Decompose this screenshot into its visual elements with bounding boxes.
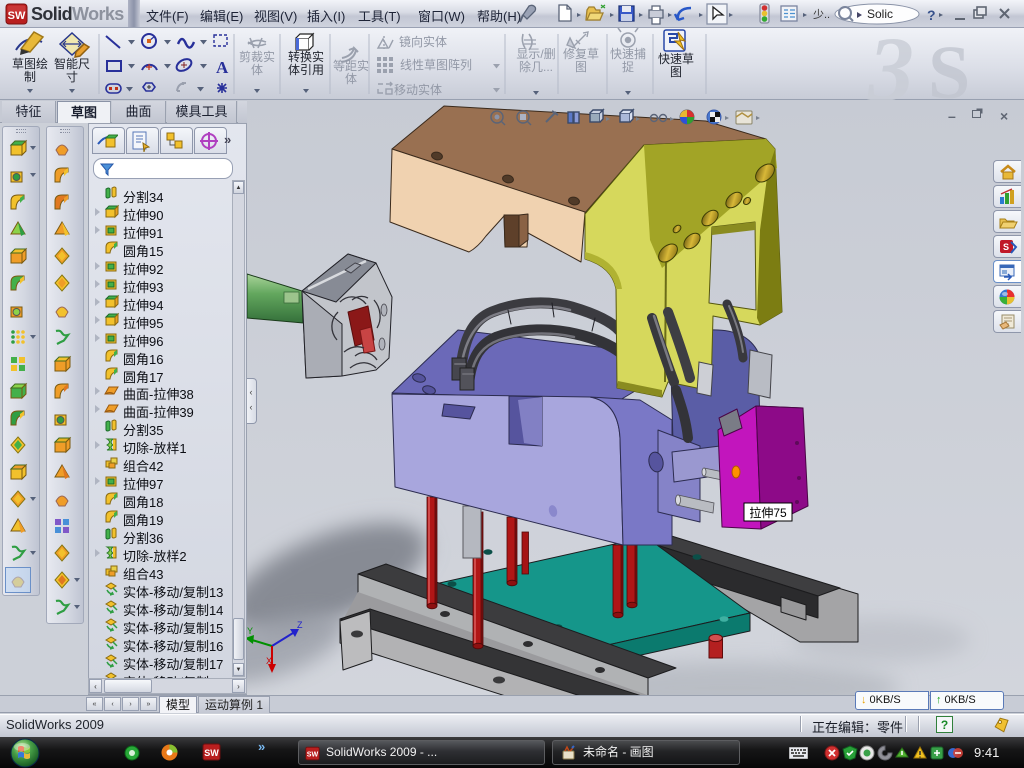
svg-text:Y: Y xyxy=(247,626,253,636)
svg-text:S: S xyxy=(1002,242,1008,252)
svg-text:Z: Z xyxy=(297,620,303,630)
svg-text:拉伸75: 拉伸75 xyxy=(749,505,787,520)
svg-text:3: 3 xyxy=(867,18,914,100)
svg-text:SW: SW xyxy=(204,748,219,758)
svg-text:X: X xyxy=(266,656,272,666)
svg-text:SW: SW xyxy=(307,751,319,759)
svg-text:S: S xyxy=(928,31,970,100)
